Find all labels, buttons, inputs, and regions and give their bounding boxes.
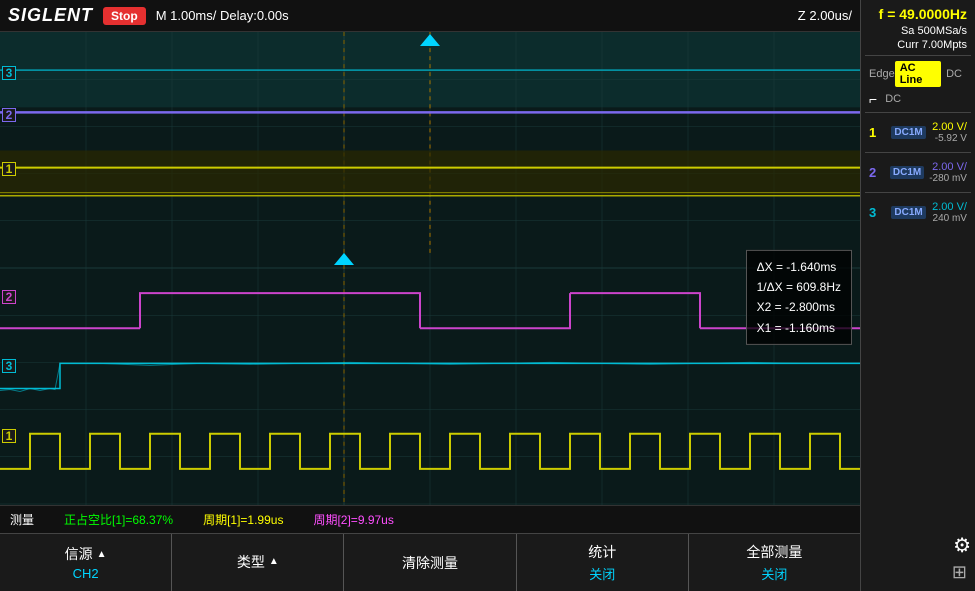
btn-source-value: CH2: [73, 566, 99, 581]
header-bar: SIGLENT Stop M 1.00ms/ Delay:0.00s Z 2.0…: [0, 0, 860, 32]
logo: SIGLENT: [8, 5, 93, 26]
period-ch1-value: 周期[1]=1.99us: [203, 511, 283, 528]
btn-source-label: 信源: [65, 544, 93, 564]
rp-freq: f = 49.0000Hz: [865, 4, 971, 24]
scope-area: SIGLENT Stop M 1.00ms/ Delay:0.00s Z 2.0…: [0, 0, 860, 591]
duty-ch1-value: 正占空比[1]=68.37%: [64, 511, 173, 528]
ch2-badge: DC1M: [890, 166, 924, 179]
timebase-display: M 1.00ms/ Delay:0.00s: [156, 8, 788, 23]
ch3-badge: DC1M: [891, 206, 925, 219]
buttons-row: 信源 ▲ CH2 类型 ▲ 清除测量 统计: [0, 533, 860, 591]
x2-value: X2 = -2.800ms: [757, 297, 841, 317]
main-container: SIGLENT Stop M 1.00ms/ Delay:0.00s Z 2.0…: [0, 0, 975, 591]
edge-icon: ⌐: [869, 91, 877, 107]
waveform-svg: [0, 32, 860, 505]
period-ch2-value: 周期[2]=9.97us: [313, 511, 393, 528]
ch1-marker-top: 1: [2, 162, 16, 176]
btn-type-label: 类型: [237, 552, 265, 572]
measurement-info-box: ΔX = -1.640ms 1/ΔX = 609.8Hz X2 = -2.800…: [746, 249, 852, 345]
rp-icon-row: ⚙: [865, 533, 971, 558]
btn-stats-label: 统计: [588, 542, 616, 562]
grid-icon[interactable]: ⊞: [952, 562, 967, 583]
ch1-vdiv: 2.00 V/: [932, 121, 967, 133]
btn-source[interactable]: 信源 ▲ CH2: [0, 534, 172, 591]
zoom-display: Z 2.00us/: [798, 8, 852, 23]
rp-divider-1: [865, 55, 971, 56]
ch2-vdiv: 2.00 V/: [929, 161, 967, 173]
rp-bottom-icons: ⊞: [865, 558, 971, 587]
ch1-marker-bot: 1: [2, 429, 16, 443]
btn-stats-value: 关闭: [589, 564, 615, 583]
rp-divider-2: [865, 112, 971, 113]
btn-clear-meas[interactable]: 清除测量: [344, 534, 516, 591]
btn-all-meas[interactable]: 全部测量 关闭: [689, 534, 860, 591]
ch3-number: 3: [869, 205, 885, 220]
ch2-row[interactable]: 2 DC1M 2.00 V/ -280 mV: [865, 158, 971, 187]
edge-row: ⌐ DC: [865, 89, 971, 109]
ch1-vals: 2.00 V/ -5.92 V: [932, 121, 967, 144]
ch3-vals: 2.00 V/ 240 mV: [932, 201, 967, 224]
inv-delta-x: 1/ΔX = 609.8Hz: [757, 277, 841, 297]
btn-all-meas-value: 关闭: [761, 564, 787, 583]
ch3-offset: 240 mV: [932, 213, 967, 224]
ch2-number: 2: [869, 165, 885, 180]
delta-x: ΔX = -1.640ms: [757, 256, 841, 276]
ch2-vals: 2.00 V/ -280 mV: [929, 161, 967, 184]
dc-label[interactable]: DC: [941, 67, 967, 81]
ch2-marker-top: 2: [2, 108, 16, 122]
measurement-label: 测量: [10, 511, 34, 528]
btn-type-arrow: ▲: [269, 556, 279, 567]
right-panel: f = 49.0000Hz Sa 500MSa/s Curr 7.00Mpts …: [860, 0, 975, 591]
ch2-offset: -280 mV: [929, 173, 967, 184]
rp-spacer: [865, 229, 971, 533]
x1-value: X1 = -1.160ms: [757, 318, 841, 338]
ch1-number: 1: [869, 125, 885, 140]
ch1-offset: -5.92 V: [932, 133, 967, 144]
edge-label: Edge: [869, 68, 895, 80]
btn-type[interactable]: 类型 ▲: [172, 534, 344, 591]
rp-divider-4: [865, 192, 971, 193]
stop-badge[interactable]: Stop: [103, 7, 146, 25]
ch3-vdiv: 2.00 V/: [932, 201, 967, 213]
ch3-marker-top: 3: [2, 66, 16, 80]
btn-stats[interactable]: 统计 关闭: [517, 534, 689, 591]
waveform-display: 3 2 1 2 3 1 ΔX = -1.640ms 1/ΔX = 609.8Hz…: [0, 32, 860, 505]
rp-sa: Sa 500MSa/s: [865, 24, 971, 38]
measurement-bar: 测量 正占空比[1]=68.37% 周期[1]=1.99us 周期[2]=9.9…: [0, 505, 860, 533]
ch3-marker-bot: 3: [2, 359, 16, 373]
rp-divider-3: [865, 152, 971, 153]
dc-text: DC: [885, 93, 901, 105]
ch1-row[interactable]: 1 DC1M 2.00 V/ -5.92 V: [865, 118, 971, 147]
ac-label[interactable]: AC Line: [895, 61, 941, 87]
ch2-marker-mid: 2: [2, 290, 16, 304]
rp-curr: Curr 7.00Mpts: [865, 38, 971, 52]
trigger-row: Edge AC Line DC: [865, 59, 971, 89]
btn-clear-label: 清除测量: [402, 553, 458, 573]
btn-all-meas-label: 全部测量: [746, 542, 802, 562]
ch3-row[interactable]: 3 DC1M 2.00 V/ 240 mV: [865, 198, 971, 227]
btn-source-arrow: ▲: [97, 549, 107, 560]
settings-icon[interactable]: ⚙: [953, 533, 971, 558]
ch1-badge: DC1M: [891, 126, 925, 139]
